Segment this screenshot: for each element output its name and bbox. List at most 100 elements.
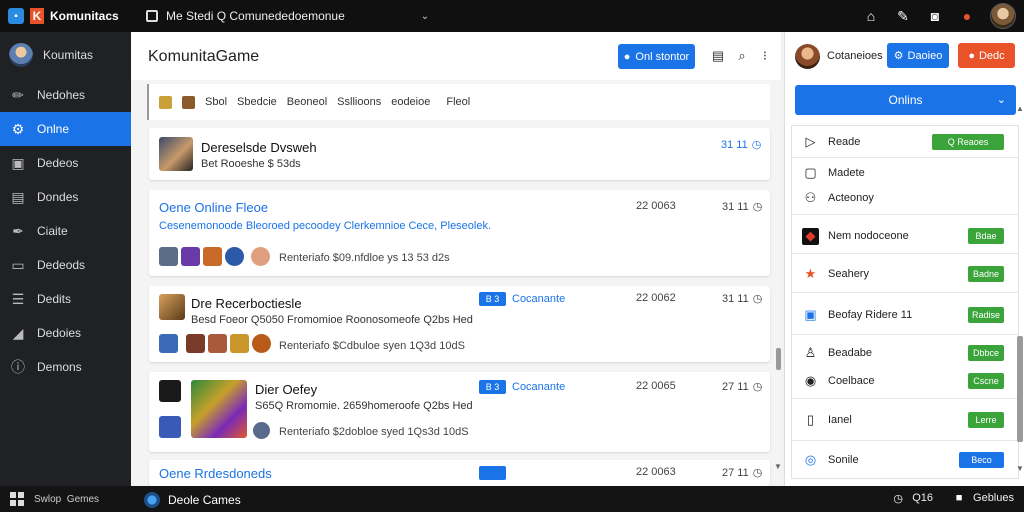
filter-sbedcie[interactable]: Sbedcie xyxy=(237,96,277,108)
filter-sbol[interactable]: Sbol xyxy=(205,96,227,108)
apps-grid-icon xyxy=(10,492,24,506)
controller-icon[interactable]: ◙ xyxy=(926,7,944,25)
list-item[interactable]: Oene Rrdesdoneds 22 0063 27 11 ◷ xyxy=(149,460,770,486)
main-header: KomunitaGame ● Onl stontor ▤ ⌕ ⁝ xyxy=(131,32,781,80)
status-badge[interactable]: Bdae xyxy=(968,228,1004,244)
search-icon[interactable]: ⌕ xyxy=(735,48,749,63)
right-panel: Cotaneioes ⚙ Daoieo ● Dedc Onlins ⌄ ▷ Re… xyxy=(784,32,1024,486)
row-label: Beadabe xyxy=(828,347,873,359)
user-avatar[interactable] xyxy=(990,3,1016,29)
list-item[interactable]: ◎ Sonile Beco xyxy=(792,448,1018,472)
filter-fleol[interactable]: Fleol xyxy=(446,96,470,108)
badge-label: Lerre xyxy=(975,415,997,425)
list-item[interactable]: ▢ Madete xyxy=(792,162,1018,184)
chevron-down-icon[interactable]: ⌄ xyxy=(421,11,429,22)
avatar[interactable] xyxy=(795,44,820,69)
stop-icon[interactable]: ■ xyxy=(953,492,965,504)
list-item[interactable]: ◆ Nem nodoceone Bdae xyxy=(792,224,1018,248)
settings-icon: ⚙ xyxy=(893,50,904,62)
bottom-left[interactable]: Swlop Gemes xyxy=(10,492,99,506)
list-item[interactable]: Oene Online Fleoe Cesenemonoode Bleoroed… xyxy=(149,190,770,276)
card-time: 31 11 ◷ xyxy=(721,138,761,152)
more-icon[interactable]: ⁝ xyxy=(758,48,772,63)
filter-eodeioe[interactable]: eodeioe xyxy=(391,96,430,108)
scroll-down-icon[interactable]: ▼ xyxy=(774,462,782,471)
filter-beoneol[interactable]: Beoneol xyxy=(287,96,327,108)
sidebar-item-label: Ciaite xyxy=(37,224,68,238)
secondary-button[interactable]: ● Dedc xyxy=(958,43,1015,68)
settings-icon[interactable]: ● xyxy=(958,7,976,25)
status-badge[interactable]: Lerre xyxy=(968,412,1004,428)
card-subtitle: Cesenemonoode Bleoroed pecoodey Clerkemn… xyxy=(159,220,492,232)
sidebar-item-dedoies[interactable]: ◢ Dedoies xyxy=(0,316,131,350)
sidebar-item-dedits[interactable]: ☰ Dedits xyxy=(0,282,131,316)
main-scrollbar-thumb[interactable] xyxy=(776,348,781,370)
list-item[interactable]: ⚇ Acteonoy xyxy=(792,187,1018,209)
layout-icon[interactable]: ▤ xyxy=(711,48,725,63)
sidebar-item-dedeos[interactable]: ▣ Dedeos xyxy=(0,146,131,180)
list-item[interactable]: Dereselsde Dvsweh Bet Rooeshe $ 53ds 31 … xyxy=(149,128,770,180)
status-badge[interactable]: Radise xyxy=(968,307,1004,323)
game-cover-image xyxy=(191,380,247,438)
status-badge[interactable]: Beco xyxy=(959,452,1004,468)
sidebar-item-nedohes[interactable]: ✏ Nedohes xyxy=(0,78,131,112)
sidebar-item-demons[interactable]: ⓘ Demons xyxy=(0,350,131,384)
plus-icon: ● xyxy=(623,50,631,63)
list-item[interactable]: ◉ Coelbace Cscne xyxy=(792,370,1018,392)
status-badge[interactable]: Dbbce xyxy=(968,345,1004,361)
primary-button[interactable]: ⚙ Daoieo xyxy=(887,43,949,68)
sidebar-item-ciaite[interactable]: ✒ Ciaite xyxy=(0,214,131,248)
panel-scrollbar-thumb[interactable] xyxy=(1017,336,1023,442)
card-subtitle: Besd Foeor Q5050 Fromomioe Roonosomeofe … xyxy=(191,314,473,326)
scroll-down-icon[interactable]: ▼ xyxy=(1016,464,1024,473)
list-item[interactable]: ▣ Beofay Ridere 11 Radise xyxy=(792,303,1018,327)
list-item[interactable]: ♙ Beadabe Dbbce xyxy=(792,342,1018,364)
play-icon: ▷ xyxy=(805,134,816,149)
badge-label: Cscne xyxy=(973,376,999,386)
window-icon[interactable] xyxy=(146,10,158,22)
current-game[interactable]: Deole Cames xyxy=(144,492,241,508)
secondary-button-label: Dedc xyxy=(978,49,1005,62)
bottom-bar: Swlop Gemes Deole Cames ◷ Q16 ■ Geblues xyxy=(0,486,1024,512)
app-brand[interactable]: ▪ K Komunitacs xyxy=(0,0,132,32)
top-bar: ▪ K Komunitacs Me Stedi Q Comunededoemon… xyxy=(0,0,1024,32)
row-label: Acteonoy xyxy=(828,192,874,204)
sidebar-item-dedeods[interactable]: ▭ Dedeods xyxy=(0,248,131,282)
status-badge[interactable]: Badne xyxy=(968,266,1004,282)
bottom-right-label[interactable]: Geblues xyxy=(973,492,1014,504)
user-icon: ♙ xyxy=(804,345,817,360)
tools-icon[interactable]: ✎ xyxy=(894,7,912,25)
list-item[interactable]: Dier Oefey S65Q Rromomie. 2659homeroofe … xyxy=(149,372,770,452)
sidebar-item-online[interactable]: ⚙ Onlne xyxy=(0,112,137,146)
status-select[interactable]: Onlins ⌄ xyxy=(795,85,1016,115)
filter-swatch-icon xyxy=(159,95,172,109)
scroll-up-icon[interactable]: ▲ xyxy=(1016,104,1024,113)
list-item[interactable]: ▯ Ianel Lerre xyxy=(792,408,1018,432)
card-title: Oene Rrdesdoneds xyxy=(159,466,272,481)
home-icon[interactable]: ⌂ xyxy=(862,7,880,25)
filter-ssllioons[interactable]: Ssllioons xyxy=(337,96,381,108)
card-date: 22 0062 xyxy=(636,292,676,304)
card-title: Dre Recerboctiesle xyxy=(191,296,302,311)
sidebar-item-dondes[interactable]: ▤ Dondes xyxy=(0,180,131,214)
sidebar-item-label: Dedeos xyxy=(37,156,79,170)
main-content: KomunitaGame ● Onl stontor ▤ ⌕ ⁝ Sbol Sb… xyxy=(131,32,781,486)
ring-icon: ◎ xyxy=(804,452,817,467)
sidebar-item-label: Dedoies xyxy=(37,326,82,340)
new-button[interactable]: ● Onl stontor xyxy=(618,44,695,69)
game-avatar xyxy=(159,294,185,320)
divider xyxy=(792,440,1018,441)
status-badge xyxy=(479,466,506,480)
list-item[interactable]: Dre Recerboctiesle Besd Foeor Q5050 From… xyxy=(149,286,770,362)
list-icon: ☰ xyxy=(11,290,25,307)
status-badge[interactable]: Cscne xyxy=(968,373,1004,389)
page-title: KomunitaGame xyxy=(148,48,260,65)
game-avatar xyxy=(159,137,193,171)
chart-icon: ◢ xyxy=(12,324,24,341)
list-item[interactable]: ▷ Reade Q Reaoes xyxy=(792,130,1018,154)
clock-icon: ◷ xyxy=(752,467,763,479)
status-badge[interactable]: Q Reaoes xyxy=(932,134,1004,150)
card-time-text: 27 11 xyxy=(722,466,749,479)
sidebar-item-profile[interactable]: Koumitas xyxy=(0,32,131,78)
list-item[interactable]: ★ Seahery Badne xyxy=(792,262,1018,286)
